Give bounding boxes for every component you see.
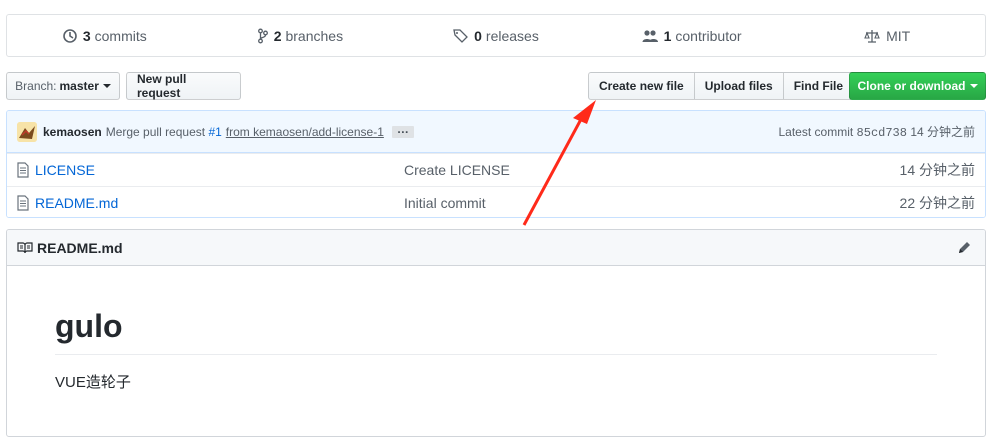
releases-label: releases [485,27,539,44]
commit-message-suffix[interactable]: from kemaosen/add-license-1 [226,125,384,139]
commit-message-prefix[interactable]: Merge pull request [106,125,205,139]
latest-commit-label: Latest commit [778,125,854,139]
latest-commit-bar: kemaosen Merge pull request #1 from kema… [7,111,985,153]
contributors-link[interactable]: 1 contributor [594,28,790,44]
tag-icon [453,28,469,43]
find-file-label: Find File [793,79,844,93]
file-row: LICENSE Create LICENSE 14 分钟之前 [7,153,985,186]
file-commit-message-link[interactable]: Create LICENSE [404,162,900,178]
branches-label: branches [285,27,344,44]
branch-name: master [59,79,99,93]
file-name-link[interactable]: LICENSE [35,162,95,178]
history-icon [63,28,77,43]
file-name-link[interactable]: README.md [35,195,118,211]
readme-paragraph: VUE造轮子 [55,374,131,391]
upload-files-label: Upload files [704,79,773,93]
contributors-label: contributor [675,27,742,44]
readme-title: README.md [37,239,123,256]
file-name-cell: LICENSE [17,162,404,178]
file-row: README.md Initial commit 22 分钟之前 [7,186,985,217]
commit-sha-link[interactable]: 85cd738 [857,126,907,140]
law-icon [864,29,880,43]
readme-heading: gulo [55,306,937,355]
file-icon [17,195,29,211]
commits-label: commits [94,27,147,44]
pull-request-link[interactable]: #1 [208,125,221,139]
commits-count: 3 [82,27,91,44]
latest-commit-info: Latest commit 85cd738 14 分钟之前 [779,123,976,140]
create-new-file-button[interactable]: Create new file [588,72,695,100]
branches-count: 2 [273,27,282,44]
book-icon [17,241,33,253]
readme-header: README.md [7,230,985,266]
new-pull-request-button[interactable]: New pull request [126,72,241,100]
find-file-button[interactable]: Find File [782,72,855,100]
branch-prefix: Branch: [15,79,57,93]
repo-summary-bar: 3 commits 2 branches 0 releases 1 contributo… [6,14,986,57]
readme-panel: README.md gulo VUE造轮子 [6,229,986,437]
chevron-down-icon [102,84,111,88]
pencil-icon[interactable] [957,241,971,255]
readme-content: gulo VUE造轮子 [7,266,985,392]
file-actions-group: Create new file Upload files Find File [588,72,855,100]
license-label: MIT [886,27,911,44]
avatar-image [17,121,37,142]
latest-commit-age: 14 分钟之前 [910,125,975,139]
clone-or-download-label: Clone or download [857,79,966,93]
file-age: 14 分钟之前 [899,162,975,178]
contributors-count: 1 [663,27,672,44]
upload-files-button[interactable]: Upload files [693,72,784,100]
branch-select-button[interactable]: Branch: master [6,72,120,100]
branch-icon [257,28,268,43]
chevron-down-icon [969,84,978,88]
create-new-file-label: Create new file [599,79,684,93]
file-commit-message-link[interactable]: Initial commit [404,195,900,211]
expand-commit-message-button[interactable]: … [391,123,414,138]
avatar[interactable] [17,121,37,142]
file-table: kemaosen Merge pull request #1 from kema… [6,110,986,218]
license-link[interactable]: MIT [789,28,985,44]
file-age: 22 分钟之前 [899,195,975,211]
clone-or-download-button[interactable]: Clone or download [849,72,986,100]
file-name-cell: README.md [17,195,404,211]
file-icon [17,162,29,178]
releases-count: 0 [474,27,482,44]
new-pull-request-label: New pull request [137,72,187,100]
commit-author-link[interactable]: kemaosen [43,125,102,139]
people-icon [642,29,658,42]
commits-link[interactable]: 3 commits [7,28,203,44]
branches-link[interactable]: 2 branches [203,28,399,44]
releases-link[interactable]: 0 releases [398,28,594,44]
